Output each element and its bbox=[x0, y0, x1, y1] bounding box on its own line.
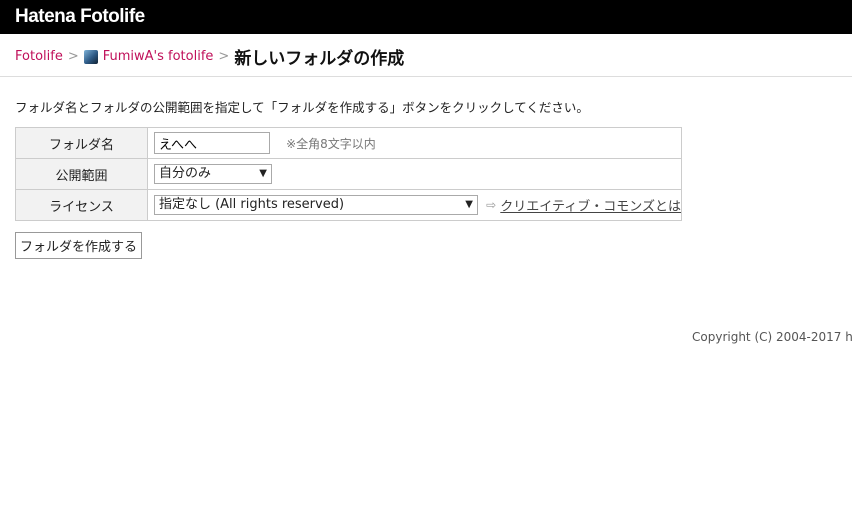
top-bar: Hatena Fotolife bbox=[0, 0, 852, 34]
visibility-row: 公開範囲 自分のみ ▼ bbox=[15, 158, 683, 190]
arrow-right-icon: ⇨ bbox=[486, 198, 497, 212]
creative-commons-link[interactable]: クリエイティブ・コモンズとは bbox=[500, 200, 681, 215]
breadcrumb-user-fotolife-link[interactable]: FumiwA's fotolife bbox=[103, 49, 214, 64]
folder-name-row: フォルダ名 ※全角8文字以内 bbox=[15, 127, 683, 159]
user-avatar-icon bbox=[83, 49, 98, 64]
instruction-text: フォルダ名とフォルダの公開範囲を指定して「フォルダを作成する」ボタンをクリックし… bbox=[15, 100, 589, 115]
folder-form-table: フォルダ名 ※全角8文字以内 公開範囲 自分のみ ▼ ライセンス 指定なし (A… bbox=[15, 127, 683, 221]
page-title: 新しいフォルダの作成 bbox=[234, 49, 405, 69]
visibility-selected-value: 自分のみ bbox=[158, 166, 211, 181]
license-row: ライセンス 指定なし (All rights reserved) ▼ ⇨ クリエ… bbox=[15, 189, 683, 221]
folder-name-hint: ※全角8文字以内 bbox=[286, 136, 376, 151]
visibility-select[interactable]: 自分のみ ▼ bbox=[153, 164, 272, 184]
breadcrumb-separator: > bbox=[218, 49, 230, 64]
create-folder-button[interactable]: フォルダを作成する bbox=[15, 232, 143, 259]
dropdown-arrow-icon: ▼ bbox=[259, 168, 267, 179]
breadcrumb: Fotolife > FumiwA's fotolife > 新しいフォルダの作… bbox=[0, 34, 852, 77]
breadcrumb-fotolife-link[interactable]: Fotolife bbox=[15, 49, 63, 64]
breadcrumb-separator: > bbox=[67, 49, 79, 64]
folder-name-label: フォルダ名 bbox=[15, 127, 148, 159]
folder-name-input[interactable] bbox=[153, 132, 270, 154]
hatena-fotolife-logo[interactable]: Hatena Fotolife bbox=[15, 6, 145, 28]
license-label: ライセンス bbox=[15, 189, 148, 221]
dropdown-arrow-icon: ▼ bbox=[465, 199, 473, 210]
visibility-label: 公開範囲 bbox=[15, 158, 148, 190]
license-select[interactable]: 指定なし (All rights reserved) ▼ bbox=[153, 195, 478, 215]
copyright-text: Copyright (C) 2004-2017 hat bbox=[692, 330, 852, 344]
license-selected-value: 指定なし (All rights reserved) bbox=[158, 197, 345, 212]
